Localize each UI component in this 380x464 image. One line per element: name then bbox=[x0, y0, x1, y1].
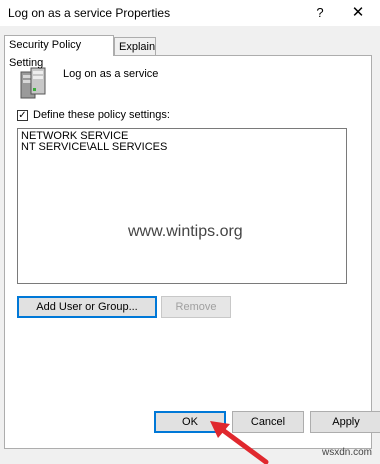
policy-name: Log on as a service bbox=[63, 68, 159, 80]
tab-explain[interactable]: Explain bbox=[114, 37, 156, 55]
remove-button[interactable]: Remove bbox=[161, 296, 231, 318]
title-bar: Log on as a service Properties ? ✕ bbox=[0, 0, 380, 26]
accounts-listbox[interactable]: NETWORK SERVICE NT SERVICE\ALL SERVICES … bbox=[17, 128, 347, 284]
dialog-client-area: Security Policy Setting Explain Log on a… bbox=[0, 26, 380, 464]
add-user-or-group-button[interactable]: Add User or Group... bbox=[17, 296, 157, 318]
list-item[interactable]: NT SERVICE\ALL SERVICES bbox=[21, 142, 343, 153]
window-title: Log on as a service Properties bbox=[8, 6, 171, 20]
watermark-text: www.wintips.org bbox=[128, 223, 243, 240]
site-watermark: wsxdn.com bbox=[322, 447, 373, 458]
help-button[interactable]: ? bbox=[308, 2, 332, 24]
apply-button[interactable]: Apply bbox=[310, 411, 380, 433]
tab-panel: Log on as a service ✓ Define these polic… bbox=[4, 55, 372, 449]
red-arrow-icon bbox=[210, 421, 269, 464]
tab-security-policy-setting[interactable]: Security Policy Setting bbox=[4, 35, 114, 69]
define-policy-label: Define these policy settings: bbox=[33, 109, 170, 121]
define-policy-checkbox[interactable]: ✓ bbox=[17, 110, 28, 121]
close-button[interactable]: ✕ bbox=[344, 2, 372, 24]
